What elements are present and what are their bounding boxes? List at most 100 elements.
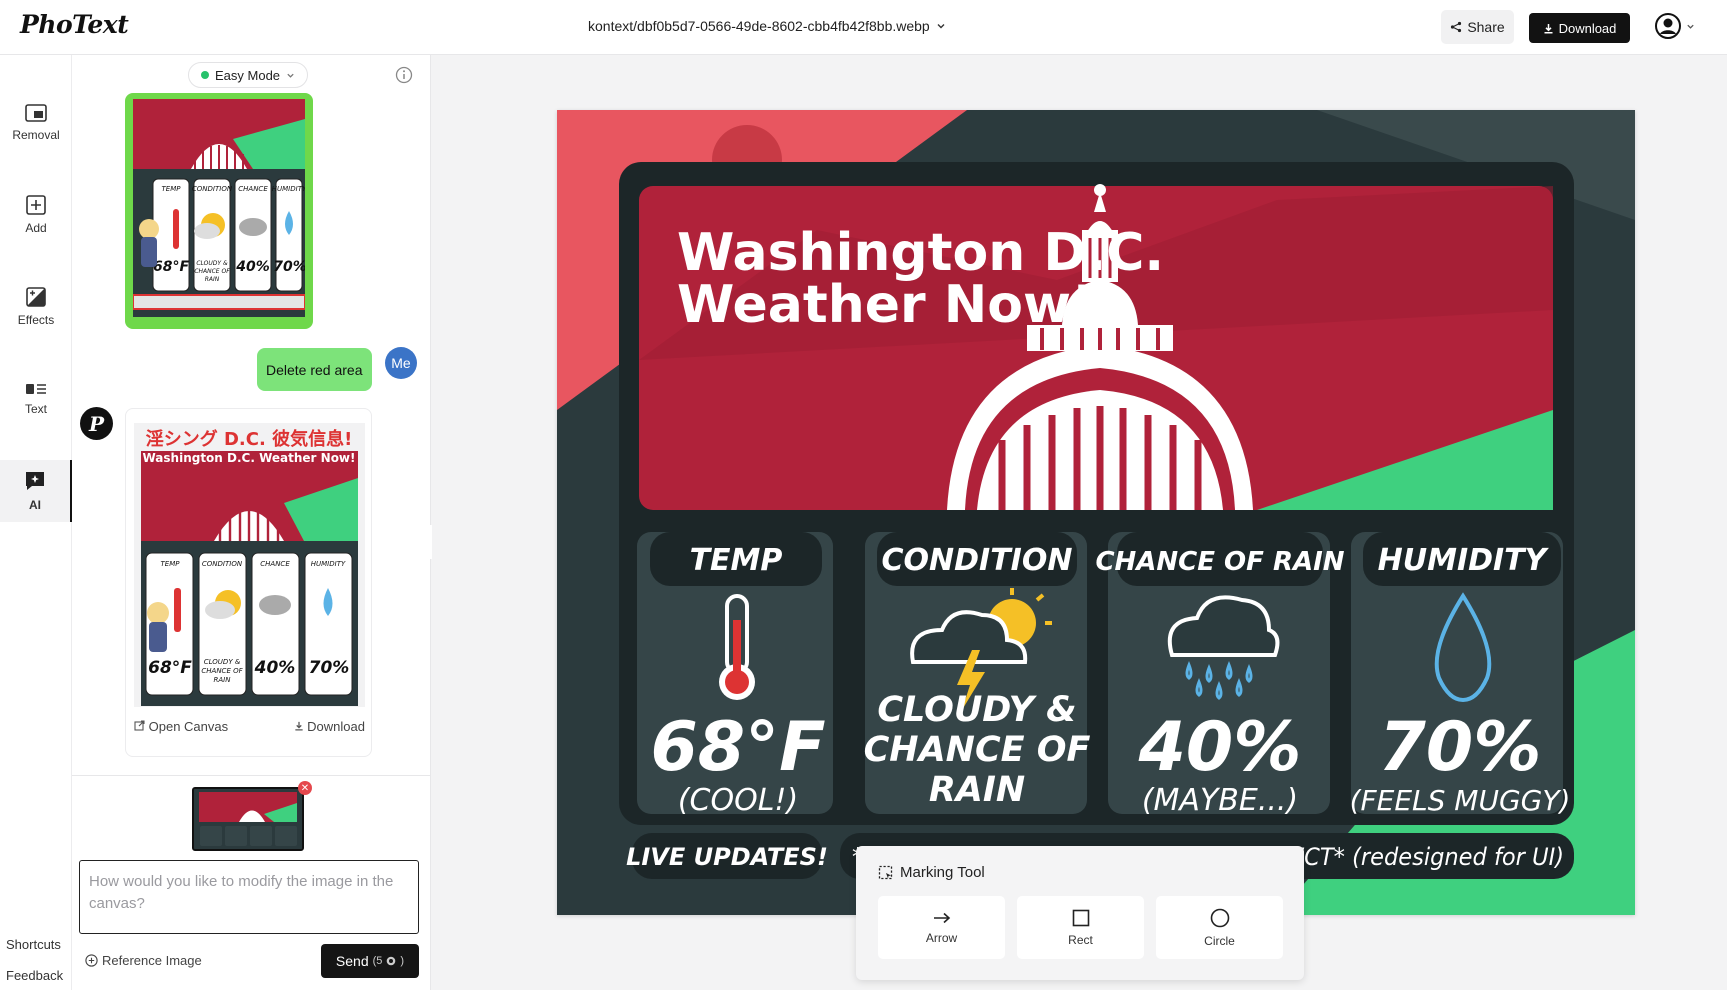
svg-text:CHANCE: CHANCE [260,560,290,568]
rail-item-text[interactable]: Text [0,368,72,430]
svg-text:CLOUDY &: CLOUDY & [204,658,241,666]
live-updates-label: LIVE UPDATES! [626,843,828,871]
canvas-image[interactable]: Washington D.C. Weather Now! TEMP CONDIT… [557,110,1635,915]
rail-item-ai[interactable]: AI [0,460,72,522]
text-icon [26,384,46,394]
download-label: Download [1558,20,1617,36]
send-button[interactable]: Send (5 ) [321,944,419,978]
svg-text:CHANCE OF: CHANCE OF [194,268,230,275]
svg-text:CHANCE OF: CHANCE OF [201,667,243,675]
condition-line1: CLOUDY & [877,690,1076,730]
chevron-down-icon [287,73,294,78]
open-canvas-label: Open Canvas [148,719,229,734]
svg-text:CLOUDY &: CLOUDY & [196,260,228,267]
marking-tool-title: Marking Tool [900,864,985,881]
remove-attachment-button[interactable]: ✕ [298,781,312,795]
humidity-value: 70% [1379,708,1542,787]
tool-arrow[interactable]: Arrow [878,896,1005,959]
assistant-avatar: P [80,407,113,440]
svg-text:70%: 70% [273,259,305,275]
svg-text:70%: 70% [309,658,350,678]
temp-sub: (COOL!) [678,783,798,818]
rail-label: Add [25,221,47,235]
share-button[interactable]: Share [1441,10,1514,44]
svg-text:40%: 40% [254,658,296,678]
rail-label: Text [24,402,47,416]
svg-text:RAIN: RAIN [205,276,220,283]
svg-text:TEMP: TEMP [161,560,181,568]
user-avatar-icon [1655,13,1681,39]
rail-item-removal[interactable]: Removal [0,92,72,154]
result-card: 淫シング D.C. 彼気信息! Washington D.C. Weather … [125,408,372,757]
share-label: Share [1467,19,1505,35]
marking-tool-panel: Marking Tool Arrow Rect Circle [856,846,1304,980]
svg-text:HUMIDITY: HUMIDITY [311,560,346,568]
feedback-link[interactable]: Feedback [6,968,63,983]
reference-image-label: Reference Image [102,953,202,968]
thumb-title-en: Washington D.C. Weather Now! [142,451,355,465]
card-header-humidity: HUMIDITY [1378,543,1550,578]
open-canvas-link[interactable]: Open Canvas [134,719,228,734]
add-icon [26,195,46,215]
rail-label: Removal [12,128,60,142]
condition-line2: CHANCE OF [864,730,1091,770]
mode-selector[interactable]: Easy Mode [188,62,309,88]
svg-text:HUMIDITY: HUMIDITY [272,185,305,193]
card-download-link[interactable]: Download [294,719,365,734]
card-header-temp: TEMP [690,543,783,578]
tool-rect[interactable]: Rect [1017,896,1144,959]
svg-text:CHANCE: CHANCE [238,185,268,193]
previous-image-thumbnail[interactable]: TEMP CONDITION CHANCE HUMIDITY 68°F 40% 70% C… [125,93,313,329]
rect-icon [1072,909,1089,926]
rail-label: AI [29,498,41,512]
shortcuts-link[interactable]: Shortcuts [6,937,61,952]
circle-icon [1210,908,1229,927]
rail-item-effects[interactable]: Effects [0,276,72,338]
rail-item-add[interactable]: Add [0,184,72,246]
svg-text:RAIN: RAIN [214,676,232,684]
send-label: Send [335,953,369,969]
weather-poster: Washington D.C. Weather Now! TEMP CONDIT… [557,110,1635,915]
result-image[interactable]: 淫シング D.C. 彼気信息! Washington D.C. Weather … [134,423,365,707]
temp-value: 68°F [650,708,825,787]
marking-tool-header: Marking Tool [878,864,985,881]
coin-icon [387,956,396,966]
prompt-input[interactable] [79,860,419,934]
filename-dropdown[interactable]: kontext/dbf0b5d7-0566-49de-8602-cbb4fb42… [588,18,946,34]
result-image-art: 淫シング D.C. 彼気信息! Washington D.C. Weather … [134,423,365,707]
svg-text:CONDITION: CONDITION [202,560,243,568]
account-menu[interactable] [1655,13,1695,39]
rail-label: Effects [17,313,55,327]
app-logo[interactable]: PhoText [20,10,129,39]
card-header-condition: CONDITION [882,543,1073,578]
mode-label: Easy Mode [215,67,281,83]
external-link-icon [134,720,145,731]
info-icon[interactable] [395,66,413,84]
thumb-title-jp: 淫シング D.C. 彼気信息! [146,428,353,450]
removal-icon [25,104,47,122]
plus-circle-icon [85,954,98,967]
attached-image-art [194,789,302,849]
ai-chat-panel: Easy Mode TEMP CONDITION CHANCE HUMIDITY [72,55,431,990]
svg-text:TEMP: TEMP [162,185,182,193]
tool-circle[interactable]: Circle [1156,896,1283,959]
attached-image-thumbnail[interactable] [192,787,304,851]
card-header-rain: CHANCE OF RAIN [1095,547,1344,577]
card-download-label: Download [307,719,365,734]
chevron-down-icon [1687,24,1694,29]
download-button[interactable]: Download [1529,13,1630,43]
reference-image-button[interactable]: Reference Image [85,953,202,968]
rain-sub: (MAYBE...) [1142,783,1298,818]
send-cost: (5 [372,955,383,967]
download-icon [1544,23,1553,34]
rain-value: 40% [1138,708,1302,787]
tool-label: Rect [1068,932,1093,947]
user-avatar: Me [385,347,417,379]
top-bar: PhoText kontext/dbf0b5d7-0566-49de-8602-… [0,0,1727,55]
share-icon [1451,21,1462,33]
result-card-actions: Open Canvas Download [134,719,365,734]
tool-label: Circle [1204,933,1235,948]
user-message-bubble: Delete red area [257,348,372,391]
svg-text:68°F: 68°F [148,658,192,678]
ai-icon [26,472,44,490]
